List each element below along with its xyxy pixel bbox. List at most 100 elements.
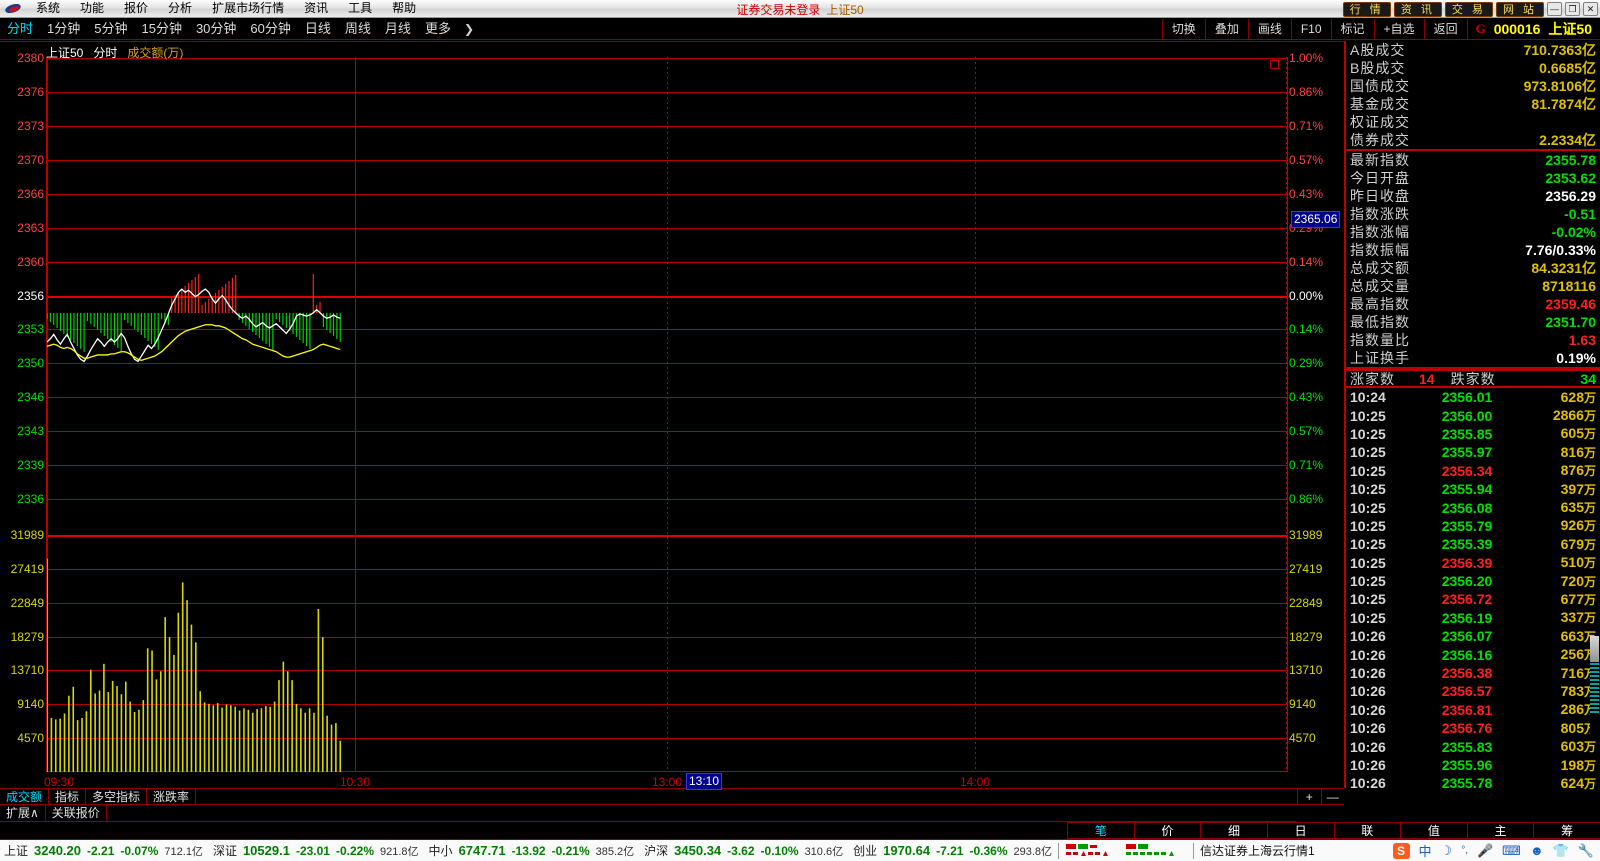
- tick-row[interactable]: 10:252356.19337万: [1346, 609, 1600, 627]
- turnover-label: 基金成交: [1350, 94, 1410, 114]
- tick-scrollbar-thumb[interactable]: [1590, 636, 1599, 662]
- tools-icon[interactable]: 🔧: [1578, 843, 1594, 859]
- status-index-item[interactable]: 创业1970.64-7.21-0.36%293.8亿: [853, 842, 1052, 859]
- menu-item-analysis[interactable]: 分析: [158, 0, 202, 17]
- bottom-button-笔[interactable]: 笔: [1067, 823, 1134, 839]
- status-index-item[interactable]: 上证3240.20-2.21-0.07%712.1亿: [4, 842, 203, 859]
- tick-row[interactable]: 10:242356.01628万: [1346, 388, 1600, 406]
- period-tab-60min[interactable]: 60分钟: [243, 18, 297, 39]
- menu-item-function[interactable]: 功能: [70, 0, 114, 17]
- indicator-tab-changerate[interactable]: 涨跌率: [147, 789, 196, 805]
- indicator-tab-bullbear[interactable]: 多空指标: [86, 789, 147, 805]
- mark-button[interactable]: 标记: [1331, 19, 1374, 40]
- add-watchlist-button[interactable]: +自选: [1374, 19, 1424, 40]
- tick-row[interactable]: 10:262356.16256万: [1346, 645, 1600, 663]
- expression-icon[interactable]: ☻: [1530, 843, 1544, 858]
- turnover-label: B股成交: [1350, 58, 1405, 78]
- tick-row[interactable]: 10:262355.96198万: [1346, 756, 1600, 774]
- nav-pill-news[interactable]: 资 讯: [1394, 2, 1442, 17]
- nav-pill-trade[interactable]: 交 易: [1445, 2, 1493, 17]
- overlay-button[interactable]: 叠加: [1205, 19, 1248, 40]
- period-tab-15min[interactable]: 15分钟: [134, 18, 188, 39]
- menu-item-system[interactable]: 系统: [26, 0, 70, 17]
- back-button[interactable]: 返回: [1424, 19, 1467, 40]
- tick-row[interactable]: 10:252356.20720万: [1346, 572, 1600, 590]
- microphone-icon[interactable]: 🎤: [1477, 843, 1493, 859]
- period-tab-more[interactable]: 更多: [418, 18, 458, 39]
- index-stat-value: 2355.78: [1545, 152, 1596, 168]
- chart-title: 上证50 分时 成交额(万): [46, 44, 183, 61]
- minimize-icon[interactable]: —: [1547, 2, 1562, 16]
- status-index-item[interactable]: 中小6747.71-13.92-0.21%385.2亿: [429, 842, 635, 859]
- bottom-button-日[interactable]: 日: [1267, 823, 1334, 839]
- keyboard-icon[interactable]: ⌨: [1502, 843, 1521, 859]
- tick-row[interactable]: 10:252355.79926万: [1346, 517, 1600, 535]
- moon-icon[interactable]: ☽: [1441, 843, 1453, 859]
- tick-row[interactable]: 10:262356.76805万: [1346, 719, 1600, 737]
- tick-row[interactable]: 10:252355.39679万: [1346, 535, 1600, 553]
- indicator-tab-turnover[interactable]: 成交额: [0, 789, 49, 805]
- plot-canvas[interactable]: [47, 57, 1287, 772]
- bottom-button-联[interactable]: 联: [1334, 823, 1401, 839]
- bottom-button-筹[interactable]: 筹: [1533, 823, 1600, 839]
- period-tab-monthly[interactable]: 月线: [378, 18, 418, 39]
- zoom-in-button[interactable]: +: [1297, 789, 1321, 805]
- tick-row[interactable]: 10:262356.81286万: [1346, 701, 1600, 719]
- menu-item-news[interactable]: 资讯: [294, 0, 338, 17]
- tick-row[interactable]: 10:252355.97816万: [1346, 443, 1600, 461]
- menu-item-tools[interactable]: 工具: [338, 0, 382, 17]
- restore-icon[interactable]: ❐: [1565, 2, 1580, 16]
- period-tab-5min[interactable]: 5分钟: [87, 18, 134, 39]
- tick-row[interactable]: 10:262356.57783万: [1346, 682, 1600, 700]
- tick-row[interactable]: 10:252355.85605万: [1346, 425, 1600, 443]
- tick-row[interactable]: 10:252356.39510万: [1346, 554, 1600, 572]
- status-index-item[interactable]: 沪深3450.34-3.62-0.10%310.6亿: [644, 842, 843, 859]
- chinese-input-icon[interactable]: 中: [1419, 841, 1432, 860]
- indicator-tab-index[interactable]: 指标: [49, 789, 86, 805]
- bottom-button-值[interactable]: 值: [1400, 823, 1467, 839]
- menu-item-help[interactable]: 帮助: [382, 0, 426, 17]
- tick-row[interactable]: 10:262355.78624万: [1346, 774, 1600, 792]
- extension-tab-expand[interactable]: 扩展∧: [0, 805, 46, 821]
- extension-tab-related-quotes[interactable]: 关联报价: [46, 805, 107, 821]
- bottom-button-细[interactable]: 细: [1200, 823, 1267, 839]
- index-stat-value: 0.19%: [1556, 350, 1596, 366]
- status-index-item[interactable]: 深证10529.1-23.01-0.22%921.8亿: [213, 842, 419, 859]
- chevron-right-icon[interactable]: ❯: [458, 22, 480, 36]
- zoom-out-button[interactable]: —: [1321, 789, 1345, 805]
- close-icon[interactable]: ✕: [1583, 2, 1598, 16]
- index-stat-row: 最低指数2351.70: [1346, 313, 1600, 331]
- draw-line-button[interactable]: 画线: [1248, 19, 1291, 40]
- percent-axis-label: 0.71%: [1289, 119, 1343, 133]
- chart-title-period: 分时: [93, 46, 117, 60]
- bottom-button-主[interactable]: 主: [1467, 823, 1534, 839]
- period-tab-daily[interactable]: 日线: [298, 18, 338, 39]
- tick-row[interactable]: 10:262356.38716万: [1346, 664, 1600, 682]
- sogou-icon[interactable]: S: [1393, 843, 1410, 859]
- tick-row[interactable]: 10:252356.72677万: [1346, 590, 1600, 608]
- turnover-row: 国债成交973.8106亿: [1346, 77, 1600, 95]
- tick-row[interactable]: 10:252356.34876万: [1346, 462, 1600, 480]
- tick-row[interactable]: 10:252355.94397万: [1346, 480, 1600, 498]
- period-tab-weekly[interactable]: 周线: [338, 18, 378, 39]
- skin-icon[interactable]: 👕: [1553, 843, 1569, 859]
- menu-item-extended-market[interactable]: 扩展市场行情: [202, 0, 294, 17]
- tick-row[interactable]: 10:252356.08635万: [1346, 498, 1600, 516]
- tick-row[interactable]: 10:262356.07663万: [1346, 627, 1600, 645]
- chart-area[interactable]: 上证50 分时 成交额(万) 2380237623732370236623632…: [0, 41, 1344, 788]
- tick-row[interactable]: 10:262355.83603万: [1346, 737, 1600, 755]
- period-tab-intraday[interactable]: 分时: [0, 18, 40, 39]
- period-tab-30min[interactable]: 30分钟: [189, 18, 243, 39]
- percent-axis-label: 0.57%: [1289, 153, 1343, 167]
- period-tab-1min[interactable]: 1分钟: [40, 18, 87, 39]
- f10-button[interactable]: F10: [1291, 19, 1331, 40]
- menu-item-quote[interactable]: 报价: [114, 0, 158, 17]
- nav-pill-website[interactable]: 网 站: [1496, 2, 1544, 17]
- tick-row[interactable]: 10:252356.002866万: [1346, 406, 1600, 424]
- period-toolbar: 分时 1分钟 5分钟 15分钟 30分钟 60分钟 日线 周线 月线 更多 ❯ …: [0, 18, 1600, 40]
- nav-pill-quotes[interactable]: 行 情: [1343, 2, 1391, 17]
- bottom-button-价[interactable]: 价: [1134, 823, 1201, 839]
- tick-list[interactable]: 10:242356.01628万10:252356.002866万10:2523…: [1346, 388, 1600, 793]
- switch-button[interactable]: 切换: [1162, 19, 1205, 40]
- halfwidth-icon[interactable]: °,: [1461, 845, 1468, 856]
